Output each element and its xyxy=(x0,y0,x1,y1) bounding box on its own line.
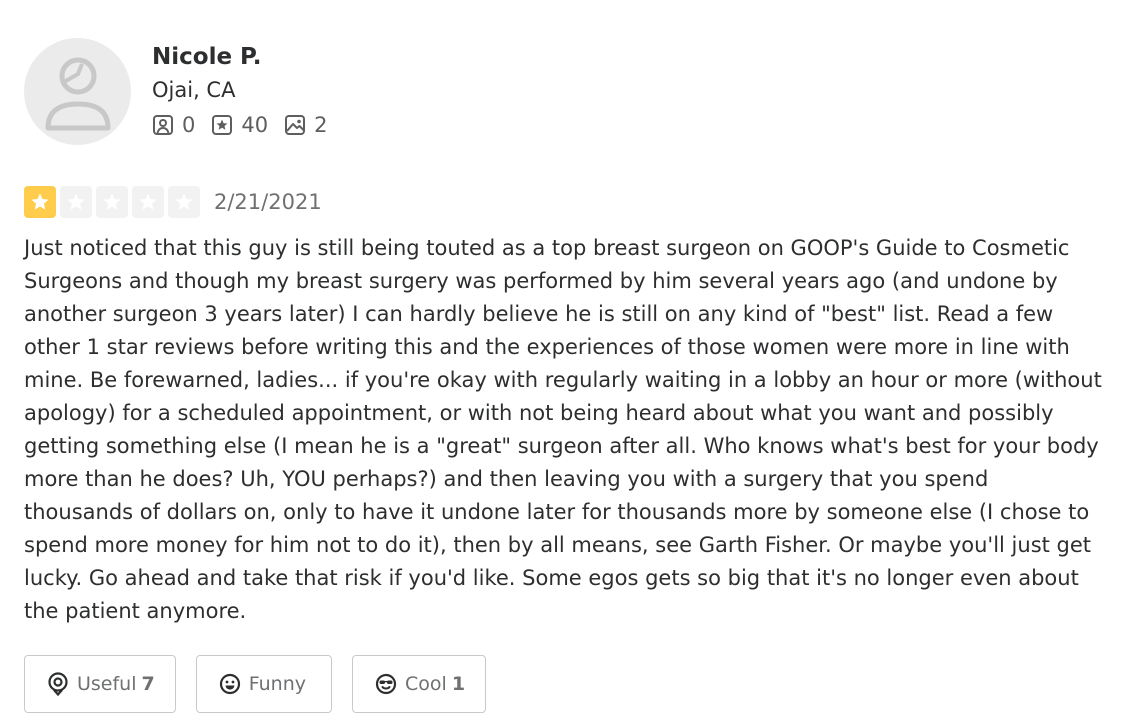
useful-count: 7 xyxy=(141,673,155,695)
lightbulb-icon xyxy=(48,672,68,696)
avatar[interactable] xyxy=(24,38,131,145)
star-icon xyxy=(24,186,56,218)
user-stats: 0 40 2 xyxy=(152,113,343,137)
useful-label: Useful xyxy=(77,673,137,695)
cool-count: 1 xyxy=(451,673,466,695)
sunglasses-icon xyxy=(375,673,397,695)
user-location: Ojai, CA xyxy=(152,78,236,102)
photos-stat: 2 xyxy=(284,113,327,137)
friends-count: 0 xyxy=(182,113,196,137)
reviews-stat: 40 xyxy=(211,113,268,137)
star-icon xyxy=(96,186,128,218)
reviews-count: 40 xyxy=(241,113,269,137)
cool-button[interactable]: Cool 1 xyxy=(352,655,487,713)
photos-count: 2 xyxy=(314,113,328,137)
star-icon xyxy=(132,186,164,218)
review-date: 2/21/2021 xyxy=(214,190,322,214)
funny-label: Funny xyxy=(248,673,307,695)
user-header: Nicole P. Ojai, CA 0 40 2 xyxy=(24,38,1104,145)
reaction-buttons: Useful 7 Funny Cool 1 xyxy=(24,655,1104,713)
default-avatar-icon xyxy=(45,57,110,130)
smile-icon xyxy=(219,673,240,695)
cool-label: Cool xyxy=(405,673,447,695)
funny-button[interactable]: Funny xyxy=(195,655,333,713)
friends-icon xyxy=(153,115,173,135)
star-icon xyxy=(60,186,92,218)
review-card: Nicole P. Ojai, CA 0 40 2 2/21/2021 Just… xyxy=(24,38,1104,713)
star-rating xyxy=(24,186,204,218)
user-name[interactable]: Nicole P. xyxy=(152,43,343,71)
rating-row: 2/21/2021 xyxy=(24,186,1104,218)
photo-icon xyxy=(285,115,306,135)
useful-button[interactable]: Useful 7 xyxy=(24,655,176,713)
star-review-icon xyxy=(212,115,233,135)
friends-stat: 0 xyxy=(152,113,195,137)
star-icon xyxy=(168,186,200,218)
user-info: Nicole P. Ojai, CA 0 40 2 xyxy=(152,38,343,137)
review-text: Just noticed that this guy is still bein… xyxy=(24,236,1102,623)
